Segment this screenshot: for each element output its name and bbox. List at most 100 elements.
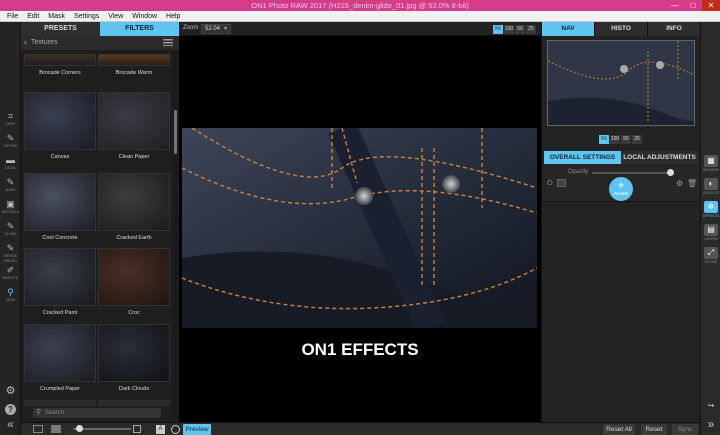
tab-filters[interactable]: FILTERS — [100, 22, 179, 36]
filter-thumbnail[interactable]: Cracked Paint — [24, 248, 96, 318]
eyedropper-icon: ✐ — [6, 265, 15, 275]
preview-button[interactable]: Preview — [183, 424, 211, 435]
thumbnail-size-knob[interactable] — [76, 425, 83, 432]
tab-local-adjustments[interactable]: LOCAL ADJUSTMENTS — [621, 151, 698, 164]
crop-tool[interactable]: ⌗ CROP — [2, 110, 19, 129]
zoom-25-button[interactable]: 25 — [526, 25, 536, 34]
reset-all-button[interactable]: Reset All — [603, 424, 635, 435]
nav-zoom-50-button[interactable]: 50 — [621, 135, 631, 144]
thumbnail-image — [98, 400, 170, 406]
back-arrow-icon[interactable]: ‹ — [24, 37, 27, 47]
opacity-slider[interactable] — [592, 172, 674, 174]
retouch-icon: ▣ — [6, 199, 15, 209]
settings-button[interactable]: ⚙ — [2, 385, 19, 404]
clone-icon: ✎ — [6, 221, 15, 231]
effects-caption: ON1 EFFECTS — [301, 340, 419, 359]
collapse-left-button[interactable]: « — [2, 418, 19, 435]
filmstrip-view-icon[interactable] — [51, 425, 61, 433]
menu-settings[interactable]: Settings — [74, 11, 99, 22]
zoom-100-button[interactable]: 100 — [504, 25, 514, 34]
thumbnail-image — [98, 92, 170, 150]
filter-thumbnail[interactable]: Canvas — [24, 92, 96, 162]
filter-thumbnail[interactable]: Dark Clouds — [98, 324, 170, 394]
module-layers[interactable]: ▤ LAYERS — [703, 224, 719, 246]
tab-overall-settings[interactable]: OVERALL SETTINGS — [544, 151, 621, 164]
filter-thumbnail[interactable]: Brocade Warm — [98, 54, 170, 78]
power-icon[interactable]: ⏻ — [547, 180, 553, 188]
photo — [182, 128, 537, 328]
reset-button[interactable]: Reset — [641, 424, 667, 435]
local-icon: ▬ — [6, 155, 15, 165]
filter-thumbnail[interactable]: Croc — [98, 248, 170, 318]
title-bar: ON1 Photo RAW 2017 (H215_denim-glide_01.… — [0, 0, 720, 11]
trash-icon[interactable]: 🗑 — [687, 179, 697, 188]
large-thumbnail-icon[interactable] — [133, 425, 141, 433]
filter-thumbnail[interactable]: Brocade Corners — [24, 54, 96, 78]
tab-histo[interactable]: HISTO — [595, 22, 648, 36]
maximize-button[interactable]: □ — [684, 0, 702, 11]
clone-tool[interactable]: ✎ CLONE — [2, 220, 19, 239]
refine-brush-icon: ✎ — [6, 243, 15, 253]
navigator-preview[interactable] — [547, 40, 695, 126]
refine-tool[interactable]: ✎ REFINE — [2, 132, 19, 151]
nav-zoom-100-button[interactable]: 100 — [610, 135, 620, 144]
zoom-select[interactable]: 52.04 ▾ — [201, 24, 231, 34]
right-panel: NAV HISTO INFO Fit 100 50 25 OVERALL SET… — [541, 22, 701, 435]
tab-nav[interactable]: NAV — [542, 22, 595, 36]
chevron-left-icon: « — [7, 417, 14, 431]
menu-mask[interactable]: Mask — [48, 11, 65, 22]
menu-window[interactable]: Window — [132, 11, 157, 22]
mask-tool[interactable]: ✎ MASK — [2, 176, 19, 195]
mask-icon: ✎ — [6, 177, 15, 187]
sync-button[interactable]: Sync — [672, 424, 698, 435]
thumbnail-image — [98, 324, 170, 382]
scroll-thumb[interactable] — [174, 110, 177, 154]
thumbnail-image — [24, 400, 96, 406]
magnifier-icon: ⚲ — [7, 287, 14, 297]
chevron-right-icon: » — [707, 417, 715, 431]
retouch-tool[interactable]: ▣ RETOUCH — [2, 198, 19, 217]
close-button[interactable]: ✕ — [702, 0, 720, 11]
module-browse[interactable]: ▦ BROWSE — [703, 155, 719, 177]
thumbnail-image — [24, 54, 96, 66]
search-input[interactable]: ⚲ Search — [33, 408, 161, 418]
panel-scrollbar[interactable] — [173, 50, 178, 420]
thumbnail-image — [98, 248, 170, 306]
text-label-icon[interactable]: A — [156, 425, 165, 434]
gear-icon[interactable]: ⚙ — [676, 179, 683, 188]
minimize-button[interactable]: — — [666, 0, 684, 11]
filter-thumbnail[interactable]: Cool Concrete — [24, 173, 96, 243]
zoom-fit-button[interactable]: Fit — [493, 25, 503, 34]
mask-view-icon[interactable] — [171, 425, 180, 434]
share-icon: ↪ — [707, 401, 715, 410]
menu-file[interactable]: File — [7, 11, 18, 22]
tool-rail: ⌗ CROP ✎ REFINE ▬ LOCAL ✎ MASK ▣ RETOUCH… — [0, 22, 21, 435]
filter-thumbnail[interactable]: Cracked Earth — [98, 173, 170, 243]
resize-icon: ⤢ — [704, 247, 718, 259]
menu-edit[interactable]: Edit — [27, 11, 39, 22]
filter-thumbnail[interactable]: Crumpled Paper — [24, 324, 96, 394]
menu-help[interactable]: Help — [166, 11, 180, 22]
opacity-slider-knob[interactable] — [667, 169, 674, 176]
list-view-icon[interactable] — [163, 39, 173, 46]
red-eye-tool[interactable]: ✐ RED EYE — [2, 264, 19, 283]
module-effects[interactable]: ✲ EFFECTS — [703, 201, 719, 223]
tab-presets[interactable]: PRESETS — [21, 22, 100, 36]
nav-zoom-fit-button[interactable]: Fit — [599, 135, 609, 144]
grid-view-icon[interactable] — [33, 425, 43, 433]
collapse-right-button[interactable]: » — [703, 418, 719, 435]
camera-icon[interactable] — [557, 179, 566, 187]
filter-thumbnail[interactable]: Clean Paper — [98, 92, 170, 162]
module-develop[interactable]: ◐ DEVELOP — [703, 178, 720, 200]
layers-icon: ▤ — [704, 224, 718, 236]
tab-info[interactable]: INFO — [648, 22, 701, 36]
add-filter-button[interactable]: + FILTER — [609, 177, 633, 201]
refine-brush-tool[interactable]: ✎ REFINE BRUSH — [2, 242, 19, 263]
module-resize[interactable]: ⤢ RESIZE — [703, 247, 719, 269]
zoom-50-button[interactable]: 50 — [515, 25, 525, 34]
category-bar: ‹ Textures — [21, 36, 179, 50]
nav-zoom-25-button[interactable]: 25 — [632, 135, 642, 144]
local-tool[interactable]: ▬ LOCAL — [2, 154, 19, 173]
view-tool[interactable]: ⚲ VIEW — [2, 286, 19, 305]
menu-view[interactable]: View — [108, 11, 123, 22]
